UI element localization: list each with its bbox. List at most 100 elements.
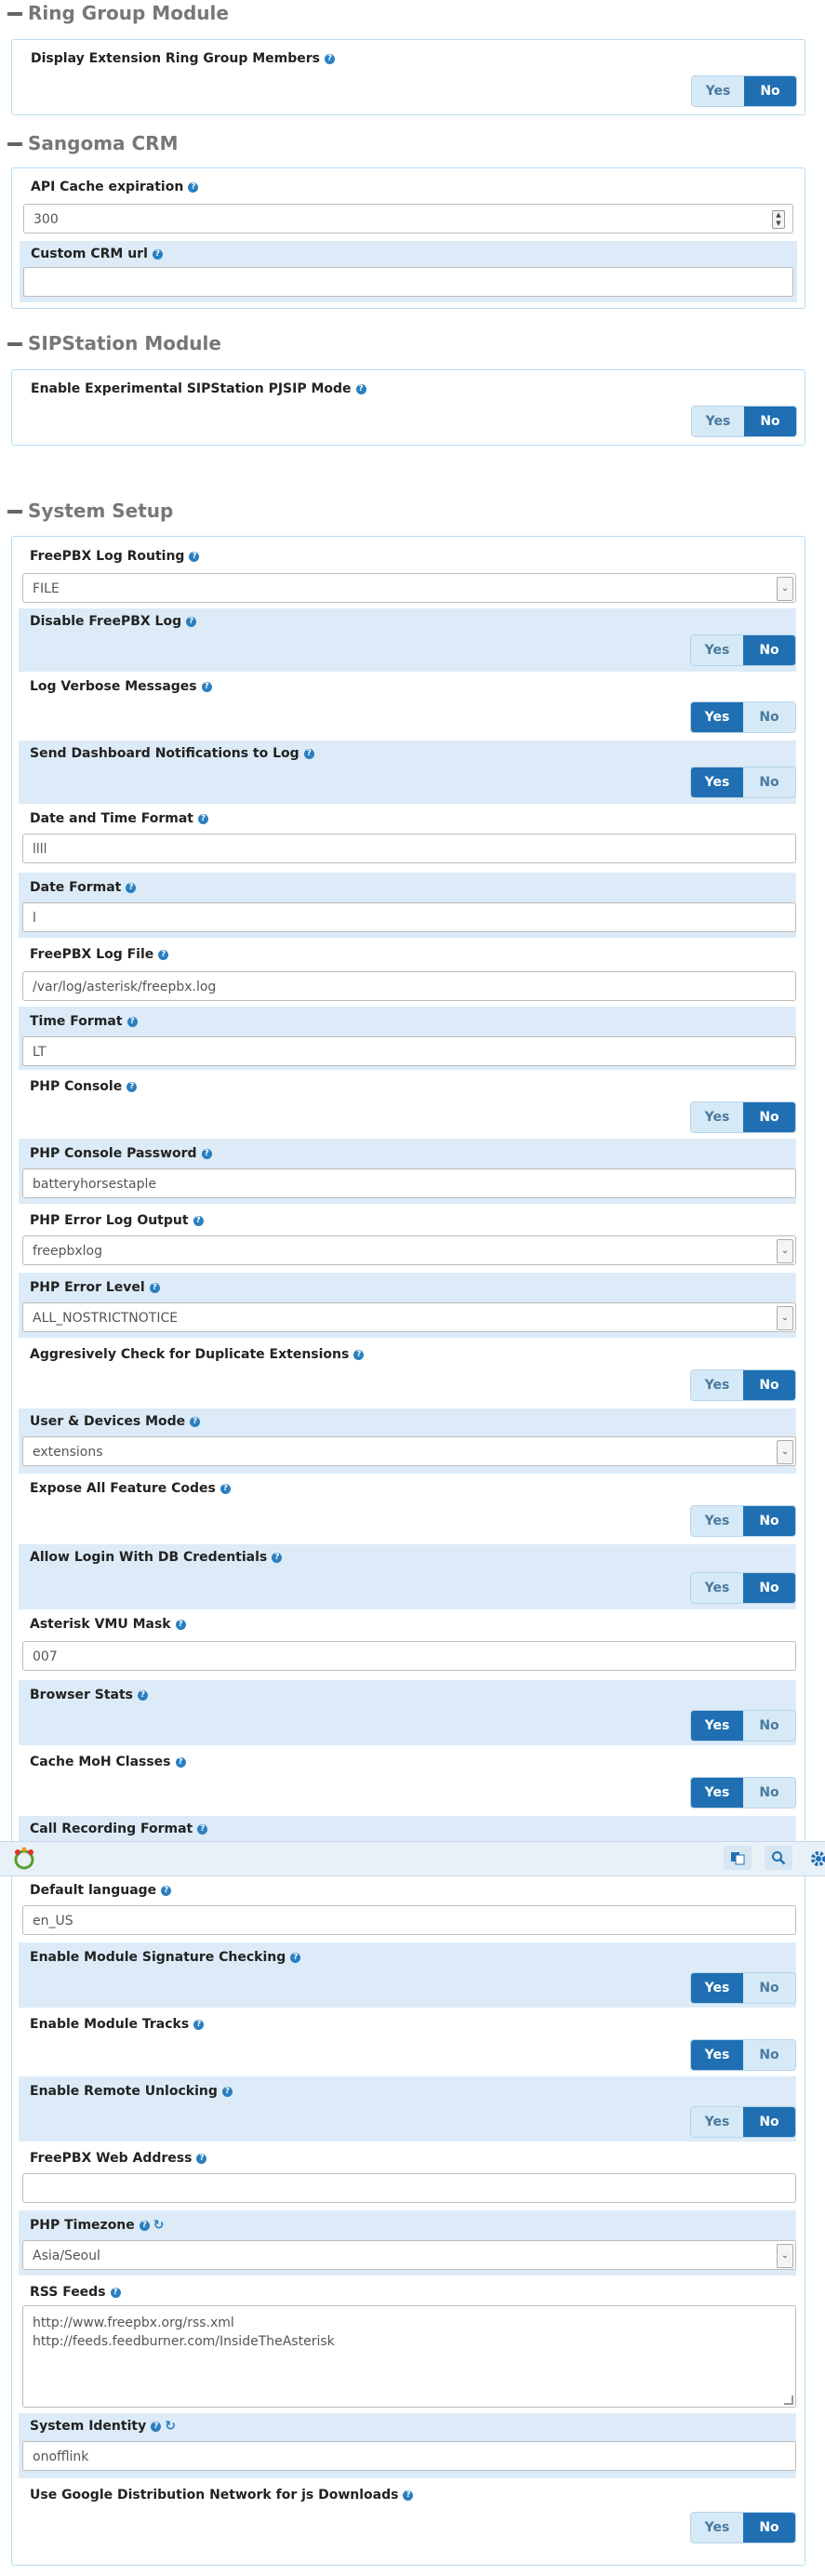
- help-icon[interactable]: ?: [175, 1619, 186, 1630]
- log-file-input[interactable]: /var/log/asterisk/freepbx.log: [22, 971, 796, 1001]
- help-icon[interactable]: ?: [151, 2421, 162, 2432]
- toggle-browser-stats[interactable]: Yes No: [690, 1710, 796, 1742]
- help-icon[interactable]: ?: [139, 2220, 150, 2231]
- toggle-dashboard-notifications[interactable]: Yes No: [690, 767, 796, 798]
- no-option[interactable]: No: [743, 1573, 795, 1603]
- help-icon[interactable]: ?: [198, 813, 208, 824]
- section-title-sangoma-crm[interactable]: Sangoma CRM: [7, 132, 178, 154]
- toggle-expose-feature-codes[interactable]: Yes No: [690, 1505, 796, 1537]
- help-icon[interactable]: ?: [221, 2086, 233, 2097]
- help-icon[interactable]: ?: [197, 1823, 208, 1835]
- no-option[interactable]: No: [743, 2513, 795, 2543]
- help-icon[interactable]: ?: [193, 2019, 205, 2030]
- toggle-display-ext-ring-group[interactable]: Yes No: [691, 75, 797, 107]
- gear-icon[interactable]: [807, 1848, 825, 1870]
- toggle-sipstation-pjsip[interactable]: Yes No: [691, 406, 797, 437]
- time-format-input[interactable]: LT: [22, 1036, 796, 1066]
- help-icon[interactable]: ?: [126, 882, 137, 893]
- no-option[interactable]: No: [743, 1778, 795, 1808]
- no-option[interactable]: No: [743, 1973, 795, 2003]
- no-option[interactable]: No: [743, 1506, 795, 1536]
- yes-option[interactable]: Yes: [691, 702, 743, 732]
- yes-option[interactable]: Yes: [691, 1711, 743, 1741]
- log-routing-select[interactable]: FILE ⌄: [22, 573, 796, 603]
- yes-option[interactable]: Yes: [691, 1573, 743, 1603]
- datetime-format-input[interactable]: llll: [22, 834, 796, 863]
- help-icon[interactable]: ?: [161, 1885, 172, 1896]
- section-title-sipstation[interactable]: SIPStation Module: [7, 332, 221, 354]
- toggle-disable-log[interactable]: Yes No: [690, 634, 796, 666]
- translate-icon[interactable]: [724, 1846, 752, 1870]
- system-identity-input[interactable]: onofflink: [22, 2441, 796, 2471]
- help-icon[interactable]: ?: [355, 383, 366, 394]
- toggle-cache-moh[interactable]: Yes No: [690, 1777, 796, 1809]
- search-icon[interactable]: [765, 1846, 792, 1870]
- resize-handle-icon[interactable]: [784, 2396, 793, 2405]
- yes-option[interactable]: Yes: [691, 1973, 743, 2003]
- yes-option[interactable]: Yes: [691, 2107, 743, 2137]
- yes-option[interactable]: Yes: [692, 407, 744, 436]
- help-icon[interactable]: ?: [201, 1148, 212, 1159]
- spinner-icon[interactable]: ▲ ▼: [772, 210, 785, 229]
- help-icon[interactable]: ?: [290, 1952, 301, 1963]
- no-option[interactable]: No: [743, 2040, 795, 2070]
- help-icon[interactable]: ?: [403, 2489, 414, 2501]
- rss-feeds-textarea[interactable]: http://www.freepbx.org/rss.xml http://fe…: [22, 2305, 796, 2408]
- refresh-icon[interactable]: ↻: [165, 2419, 176, 2434]
- default-language-input[interactable]: en_US: [22, 1905, 796, 1935]
- toggle-remote-unlocking[interactable]: Yes No: [690, 2106, 796, 2138]
- api-cache-expiration-input[interactable]: 300 ▲ ▼: [23, 204, 793, 234]
- yes-option[interactable]: Yes: [691, 1778, 743, 1808]
- php-timezone-select[interactable]: Asia/Seoul ⌄: [22, 2240, 796, 2270]
- custom-crm-url-input[interactable]: [23, 267, 793, 297]
- toggle-php-console[interactable]: Yes No: [690, 1101, 796, 1133]
- user-devices-mode-select[interactable]: extensions ⌄: [22, 1436, 796, 1466]
- no-option[interactable]: No: [743, 702, 795, 732]
- toggle-module-tracks[interactable]: Yes No: [690, 2039, 796, 2071]
- help-icon[interactable]: ?: [188, 181, 199, 193]
- help-icon[interactable]: ?: [152, 248, 163, 260]
- help-icon[interactable]: ?: [201, 681, 212, 692]
- help-icon[interactable]: ?: [325, 53, 336, 64]
- php-error-log-output-select[interactable]: freepbxlog ⌄: [22, 1235, 796, 1265]
- yes-option[interactable]: Yes: [691, 2513, 743, 2543]
- php-error-level-select[interactable]: ALL_NOSTRICTNOTICE ⌄: [22, 1302, 796, 1332]
- freepbx-logo-icon[interactable]: [9, 1847, 39, 1871]
- help-icon[interactable]: ?: [149, 1282, 160, 1293]
- no-option[interactable]: No: [743, 1370, 795, 1400]
- toggle-check-duplicate-ext[interactable]: Yes No: [690, 1369, 796, 1401]
- no-option[interactable]: No: [743, 767, 795, 797]
- help-icon[interactable]: ?: [110, 2287, 121, 2298]
- help-icon[interactable]: ?: [175, 1756, 186, 1768]
- help-icon[interactable]: ?: [353, 1349, 365, 1360]
- web-address-input[interactable]: [22, 2173, 796, 2203]
- no-option[interactable]: No: [743, 2107, 795, 2137]
- yes-option[interactable]: Yes: [691, 1506, 743, 1536]
- refresh-icon[interactable]: ↻: [153, 2218, 165, 2233]
- yes-option[interactable]: Yes: [691, 2040, 743, 2070]
- section-title-system-setup[interactable]: System Setup: [7, 500, 173, 522]
- php-console-password-input[interactable]: batteryhorsestaple: [22, 1168, 796, 1198]
- yes-option[interactable]: Yes: [691, 635, 743, 665]
- help-icon[interactable]: ?: [190, 1416, 201, 1427]
- help-icon[interactable]: ?: [126, 1081, 138, 1092]
- toggle-log-verbose[interactable]: Yes No: [690, 701, 796, 733]
- section-title-ring-group[interactable]: Ring Group Module: [7, 2, 229, 24]
- help-icon[interactable]: ?: [193, 1215, 204, 1226]
- help-icon[interactable]: ?: [220, 1483, 231, 1494]
- help-icon[interactable]: ?: [126, 1016, 138, 1027]
- toggle-login-db-credentials[interactable]: Yes No: [690, 1572, 796, 1604]
- yes-option[interactable]: Yes: [691, 1102, 743, 1132]
- toggle-module-signature[interactable]: Yes No: [690, 1972, 796, 2004]
- yes-option[interactable]: Yes: [691, 767, 743, 797]
- help-icon[interactable]: ?: [189, 551, 200, 562]
- help-icon[interactable]: ?: [303, 748, 314, 759]
- date-format-input[interactable]: l: [22, 902, 796, 932]
- no-option[interactable]: No: [743, 1102, 795, 1132]
- help-icon[interactable]: ?: [186, 616, 197, 627]
- vmu-mask-input[interactable]: 007: [22, 1641, 796, 1671]
- help-icon[interactable]: ?: [196, 2153, 207, 2164]
- yes-option[interactable]: Yes: [692, 76, 744, 106]
- help-icon[interactable]: ?: [158, 949, 169, 960]
- yes-option[interactable]: Yes: [691, 1370, 743, 1400]
